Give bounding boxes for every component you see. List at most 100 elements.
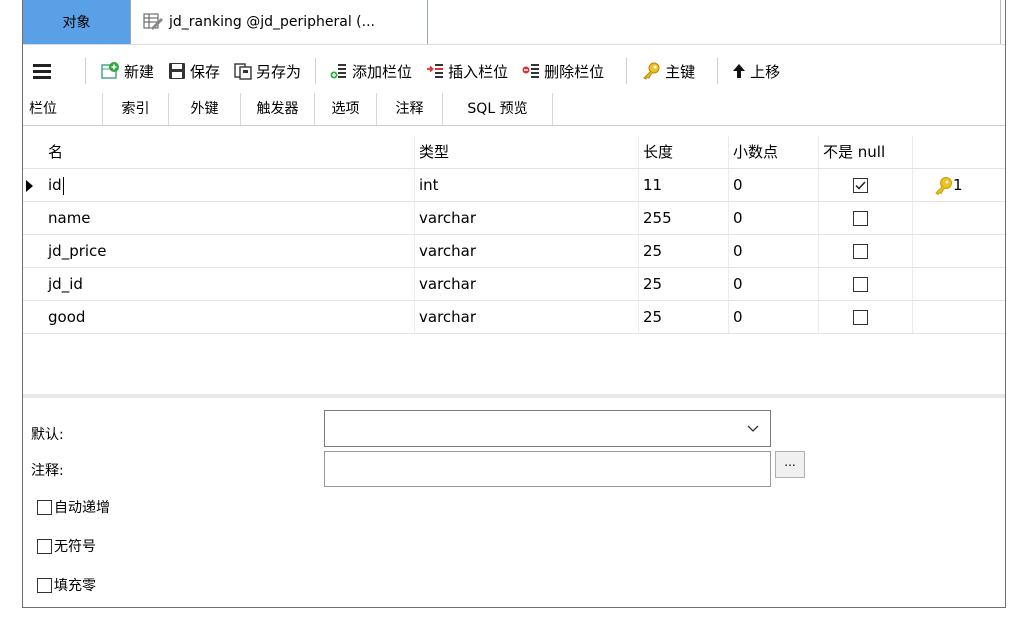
- field-name-cell[interactable]: jd_price: [44, 235, 415, 267]
- tab-sql-preview[interactable]: SQL 预览: [443, 93, 553, 125]
- add-field-button[interactable]: 添加栏位: [330, 56, 412, 86]
- row-indicator: [23, 202, 44, 234]
- save-as-icon: [234, 63, 252, 80]
- delete-field-icon: [522, 64, 540, 78]
- insert-field-icon: [427, 64, 444, 78]
- primary-key-button-label: 主键: [665, 62, 696, 81]
- table-row[interactable]: jd_price varchar 25 0: [23, 235, 1005, 268]
- chevron-down-icon: [747, 425, 759, 432]
- comment-input[interactable]: [324, 451, 771, 487]
- unsigned-option[interactable]: 无符号: [37, 536, 96, 556]
- tab-table-design[interactable]: jd_ranking @jd_peripheral (...: [130, 0, 428, 44]
- new-button-label: 新建: [124, 62, 155, 81]
- field-length-cell[interactable]: 11: [639, 169, 729, 201]
- save-as-button[interactable]: 另存为: [234, 56, 301, 86]
- table-row[interactable]: good varchar 25 0: [23, 301, 1005, 334]
- field-decimal-cell[interactable]: 0: [729, 301, 819, 333]
- tab-triggers[interactable]: 触发器: [241, 93, 315, 125]
- column-header-length[interactable]: 长度: [639, 136, 729, 168]
- auto-increment-option[interactable]: 自动递增: [37, 497, 110, 517]
- field-decimal-cell[interactable]: 0: [729, 202, 819, 234]
- table-row[interactable]: jd_id varchar 25 0: [23, 268, 1005, 301]
- table-row[interactable]: id int 11 0 1: [23, 169, 1005, 202]
- field-type-cell[interactable]: int: [415, 169, 639, 201]
- add-field-icon: [330, 64, 347, 79]
- new-button[interactable]: 新建: [100, 56, 154, 86]
- toolbar-separator: [315, 58, 317, 84]
- arrow-up-icon: [733, 64, 746, 78]
- column-header-type[interactable]: 类型: [415, 136, 639, 168]
- field-name-cell[interactable]: name: [44, 202, 415, 234]
- save-button[interactable]: 保存: [168, 56, 220, 86]
- toolbar: 新建 保存 另存为 添加栏位 插入栏位 删除栏位 主键 上移: [23, 52, 1005, 90]
- auto-increment-checkbox[interactable]: [37, 499, 52, 515]
- field-decimal-cell[interactable]: 0: [729, 268, 819, 300]
- tab-objects[interactable]: 对象: [23, 0, 130, 44]
- field-type-cell[interactable]: varchar: [415, 268, 639, 300]
- field-type-cell[interactable]: varchar: [415, 235, 639, 267]
- field-length-cell[interactable]: 25: [639, 268, 729, 300]
- not-null-checkbox[interactable]: [853, 277, 868, 292]
- field-name-cell[interactable]: good: [44, 301, 415, 333]
- field-type-cell[interactable]: varchar: [415, 202, 639, 234]
- current-row-arrow-icon: [26, 180, 33, 192]
- tab-comment[interactable]: 注释: [377, 93, 443, 125]
- not-null-checkbox[interactable]: [853, 178, 868, 193]
- menu-button[interactable]: [33, 56, 55, 86]
- row-indicator: [23, 235, 44, 267]
- column-header-name[interactable]: 名: [44, 136, 415, 168]
- row-indicator-header: [23, 136, 44, 168]
- tab-strip-edge: [1000, 0, 1005, 44]
- field-name-cell[interactable]: id: [44, 169, 415, 201]
- field-type-cell[interactable]: varchar: [415, 301, 639, 333]
- tab-fields[interactable]: 栏位: [23, 93, 103, 125]
- new-table-icon: [101, 62, 119, 79]
- insert-field-button[interactable]: 插入栏位: [426, 56, 508, 86]
- field-key-cell: [913, 202, 1005, 234]
- not-null-checkbox[interactable]: [853, 244, 868, 259]
- field-key-cell: 1: [913, 169, 1005, 201]
- not-null-checkbox[interactable]: [853, 310, 868, 325]
- field-not-null-cell: [819, 301, 913, 333]
- tab-indexes[interactable]: 索引: [103, 93, 169, 125]
- row-indicator: [23, 301, 44, 333]
- column-header-not-null[interactable]: 不是 null: [819, 136, 913, 168]
- field-name-cell[interactable]: jd_id: [44, 268, 415, 300]
- zerofill-checkbox[interactable]: [37, 577, 52, 593]
- row-indicator: [23, 169, 44, 201]
- grid-header-row: 名 类型 长度 小数点 不是 null: [23, 136, 1005, 169]
- zerofill-option[interactable]: 填充零: [37, 575, 96, 595]
- comment-label: 注释:: [31, 463, 64, 479]
- field-length-cell[interactable]: 255: [639, 202, 729, 234]
- panel-splitter[interactable]: [23, 394, 1005, 398]
- default-value-dropdown[interactable]: [324, 410, 771, 447]
- unsigned-checkbox[interactable]: [37, 538, 52, 554]
- insert-field-button-label: 插入栏位: [448, 62, 509, 81]
- add-field-button-label: 添加栏位: [352, 62, 413, 81]
- field-not-null-cell: [819, 169, 913, 201]
- comment-edit-button[interactable]: ...: [775, 451, 805, 478]
- table-row[interactable]: name varchar 255 0: [23, 202, 1005, 235]
- column-header-key: [913, 136, 1005, 168]
- primary-key-button[interactable]: 主键: [641, 56, 695, 86]
- not-null-checkbox[interactable]: [853, 211, 868, 226]
- field-not-null-cell: [819, 268, 913, 300]
- designer-subtabs: 栏位 索引 外键 触发器 选项 注释 SQL 预览: [23, 93, 1005, 126]
- hamburger-menu-icon: [33, 64, 51, 79]
- tab-options[interactable]: 选项: [315, 93, 377, 125]
- field-length-cell[interactable]: 25: [639, 301, 729, 333]
- save-button-label: 保存: [190, 62, 221, 81]
- text-caret: [62, 176, 64, 195]
- move-up-button-label: 上移: [750, 62, 781, 81]
- delete-field-button[interactable]: 删除栏位: [522, 56, 604, 86]
- table-designer-window: 对象 jd_ranking @jd_peripheral (... 新建 保存: [22, 0, 1006, 608]
- save-as-button-label: 另存为: [256, 62, 302, 81]
- tab-foreign-keys[interactable]: 外键: [169, 93, 241, 125]
- move-up-button[interactable]: 上移: [732, 56, 780, 86]
- field-decimal-cell[interactable]: 0: [729, 169, 819, 201]
- zerofill-label: 填充零: [54, 578, 96, 594]
- field-decimal-cell[interactable]: 0: [729, 235, 819, 267]
- tab-objects-label: 对象: [62, 15, 91, 31]
- field-length-cell[interactable]: 25: [639, 235, 729, 267]
- column-header-decimal[interactable]: 小数点: [729, 136, 819, 168]
